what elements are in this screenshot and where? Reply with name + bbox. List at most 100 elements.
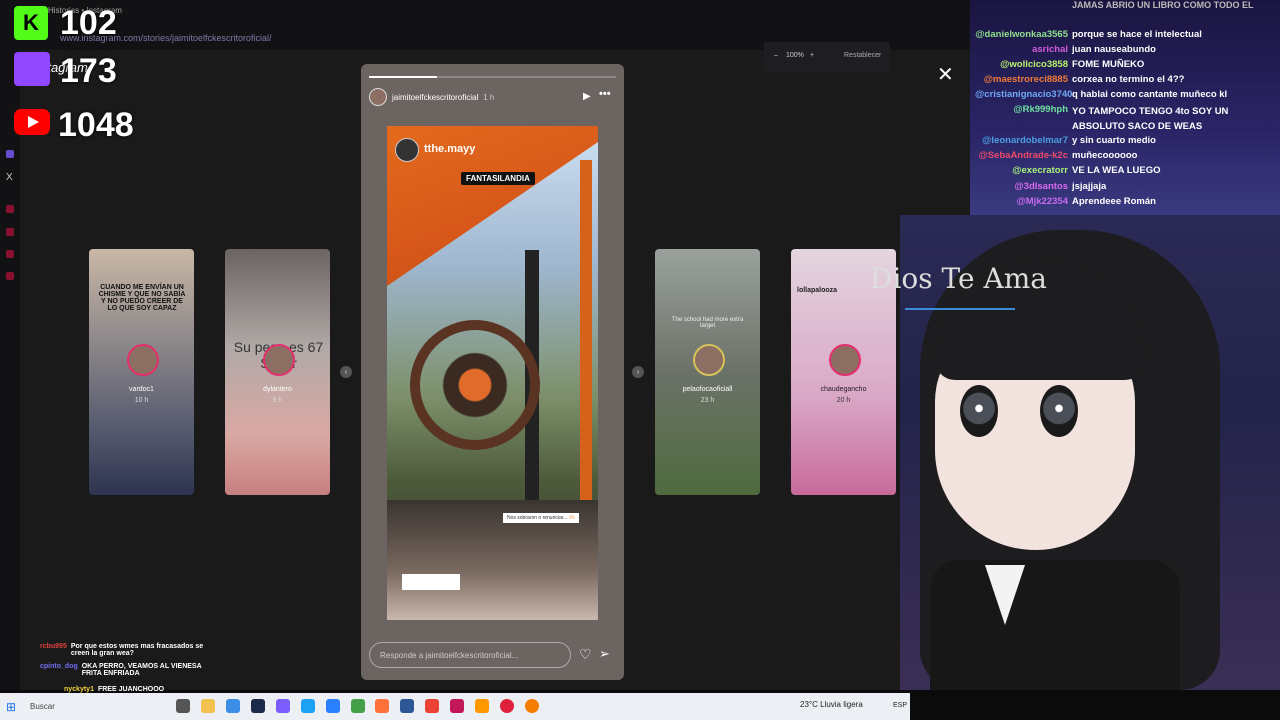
overlay-chat-message: nyckyty1 FREE JUANCHOOO xyxy=(64,686,238,693)
chat-username[interactable]: @3dlsantos xyxy=(975,181,1068,192)
app-icon[interactable] xyxy=(400,699,414,713)
app-icon[interactable] xyxy=(450,699,464,713)
avatar xyxy=(263,344,295,376)
mention-avatar xyxy=(395,138,419,162)
zoom-out-button[interactable]: – xyxy=(774,52,778,59)
chat-username[interactable]: @maestroreci8885 xyxy=(975,74,1068,85)
chat-username[interactable]: @wollcico3858 xyxy=(975,59,1068,70)
chat-message: @execratorr VE LA WEA LUEGO xyxy=(975,165,1161,176)
overlay-chat-username: cpinto_dog xyxy=(40,663,78,670)
chat-text: YO TAMPOCO TENGO 4to SOY UN ABSOLUTO SAC… xyxy=(1072,106,1229,132)
firefox-icon[interactable] xyxy=(375,699,389,713)
chat-header-message: JAMAS ABRIO UN LIBRO COMO TODO EL xyxy=(1072,0,1254,10)
location-sticker[interactable]: FANTASILANDIA xyxy=(461,172,535,185)
card-username: pelaofocaoficiall xyxy=(682,386,733,393)
chat-username[interactable]: asrichal xyxy=(975,44,1068,55)
chat-username[interactable]: @cristianignacio3740 xyxy=(975,89,1072,100)
chat-username[interactable]: @Rk999hph xyxy=(975,104,1068,115)
app-icon[interactable] xyxy=(226,699,240,713)
weather-widget[interactable]: 23°C Lluvia ligera xyxy=(800,700,863,709)
card-username: dylantero xyxy=(263,386,292,393)
story-time: 1 h xyxy=(483,92,495,102)
mention-sticker[interactable]: tthe.mayy xyxy=(424,143,475,155)
file-explorer-icon[interactable] xyxy=(201,699,215,713)
avatar[interactable] xyxy=(369,88,387,106)
app-icon[interactable] xyxy=(276,699,290,713)
language-indicator[interactable]: ESP xyxy=(893,702,907,709)
play-icon[interactable]: ▶ xyxy=(583,91,591,102)
story-caption-2 xyxy=(402,574,460,590)
windows-start-icon[interactable]: ⊞ xyxy=(6,700,16,714)
chat-text: corxea no termino el 4?? xyxy=(1072,74,1185,85)
sidebar-twitch-icon[interactable] xyxy=(6,150,14,158)
chat-message: @Rk999hph YO TAMPOCO TENGO 4to SOY UN ABS… xyxy=(975,104,1257,134)
chat-text: VE LA WEA LUEGO xyxy=(1072,165,1161,176)
opera-icon[interactable] xyxy=(500,699,514,713)
close-icon[interactable]: ✕ xyxy=(937,62,954,87)
avatar xyxy=(127,344,159,376)
previous-story-button[interactable]: ‹ xyxy=(340,366,352,378)
kick-viewer-count: 102 xyxy=(60,4,117,42)
sidebar-x-icon[interactable]: X xyxy=(6,172,13,183)
heart-icon[interactable]: ♡ xyxy=(579,646,592,663)
chrome-icon[interactable] xyxy=(425,699,439,713)
overlay-chat-text: Por que estos wmes mas fracasados se cre… xyxy=(70,643,204,657)
address-bar[interactable]: www.instagram.com/stories/jaimitoelfckes… xyxy=(60,30,560,46)
sidebar-app-icon[interactable] xyxy=(6,205,14,213)
youtube-icon xyxy=(14,109,50,135)
sidebar-app-icon[interactable] xyxy=(6,272,14,280)
app-icon[interactable] xyxy=(525,699,539,713)
overlay-chat-username: rcbu995 xyxy=(40,643,67,650)
chat-text: jsjajjaja xyxy=(1072,181,1107,192)
zoom-reset-button[interactable]: Restablecer xyxy=(844,52,881,59)
story-preview-card[interactable]: CUANDO ME ENVÍAN UN CHISME Y QUE NO SABÍ… xyxy=(89,249,194,495)
card-username: vardoc1 xyxy=(129,386,154,393)
app-icon[interactable] xyxy=(475,699,489,713)
card-text: lollapalooza xyxy=(797,287,838,294)
next-story-button[interactable]: › xyxy=(632,366,644,378)
app-icon[interactable] xyxy=(326,699,340,713)
edge-icon[interactable] xyxy=(301,699,315,713)
chat-username[interactable]: @execratorr xyxy=(975,165,1068,176)
vtuber-body xyxy=(930,560,1180,690)
chat-username[interactable]: @danielwonkaa3565 xyxy=(975,29,1068,40)
chat-text: muñecoooooo xyxy=(1072,150,1138,161)
app-icon[interactable] xyxy=(351,699,365,713)
card-username: chaudegancho xyxy=(820,386,867,393)
story-preview-card[interactable]: The school had more extra target pelaofo… xyxy=(655,249,760,495)
chat-username[interactable]: @leonardobelmar7 xyxy=(975,135,1068,146)
story-progress-fill xyxy=(369,76,437,78)
chat-message: @danielwonkaa3565 porque se hace el intel… xyxy=(975,29,1202,40)
chat-username[interactable]: @Mjk22354 xyxy=(975,196,1068,207)
task-view-icon[interactable] xyxy=(176,699,190,713)
zoom-in-button[interactable]: + xyxy=(810,52,814,59)
app-icon[interactable] xyxy=(251,699,265,713)
ride-beam xyxy=(580,160,592,510)
twitch-viewer-count: 173 xyxy=(60,52,117,90)
overlay-chat-message: cpinto_dog OKA PERRO, VEAMOS AL VIENESA F… xyxy=(40,663,222,677)
chat-text: FOME MUÑEKO xyxy=(1072,59,1145,70)
chat-message: @Mjk22354 Aprendeee Román xyxy=(975,196,1156,207)
sidebar-app-icon[interactable] xyxy=(6,250,14,258)
story-preview-card[interactable]: Su peso es 67 Sayar dylantero 9 h xyxy=(225,249,330,495)
kick-icon: K xyxy=(14,6,48,40)
reply-input[interactable]: Responde a jaimitoelfckescritoroficial..… xyxy=(369,642,571,668)
chat-message: @leonardobelmar7 y sin cuarto medio xyxy=(975,135,1156,146)
chat-username[interactable]: @SebaAndrade-k2c xyxy=(975,150,1068,161)
taskbar-search[interactable]: Buscar xyxy=(30,702,55,711)
chat-text: y sin cuarto medio xyxy=(1072,135,1156,146)
card-text: CUANDO ME ENVÍAN UN CHISME Y QUE NO SABÍ… xyxy=(98,284,186,312)
chat-text: Aprendeee Román xyxy=(1072,196,1156,207)
chat-message: @3dlsantos jsjajjaja xyxy=(975,181,1106,192)
send-icon[interactable]: ➢ xyxy=(599,646,610,662)
overlay-chat-username: nyckyty1 xyxy=(64,686,94,693)
youtube-viewer-count: 1048 xyxy=(58,106,134,144)
more-options-icon[interactable]: ••• xyxy=(599,88,611,100)
card-time: 20 h xyxy=(836,397,851,404)
story-username[interactable]: jaimitoelfckescritoroficial xyxy=(392,93,478,102)
chat-message: @cristianignacio3740q hablai como cantan… xyxy=(975,89,1227,100)
card-time: 23 h xyxy=(700,397,715,404)
chat-message: asrichal juan nauseabundo xyxy=(975,44,1156,55)
zoom-level: 100% xyxy=(786,52,804,59)
sidebar-app-icon[interactable] xyxy=(6,228,14,236)
